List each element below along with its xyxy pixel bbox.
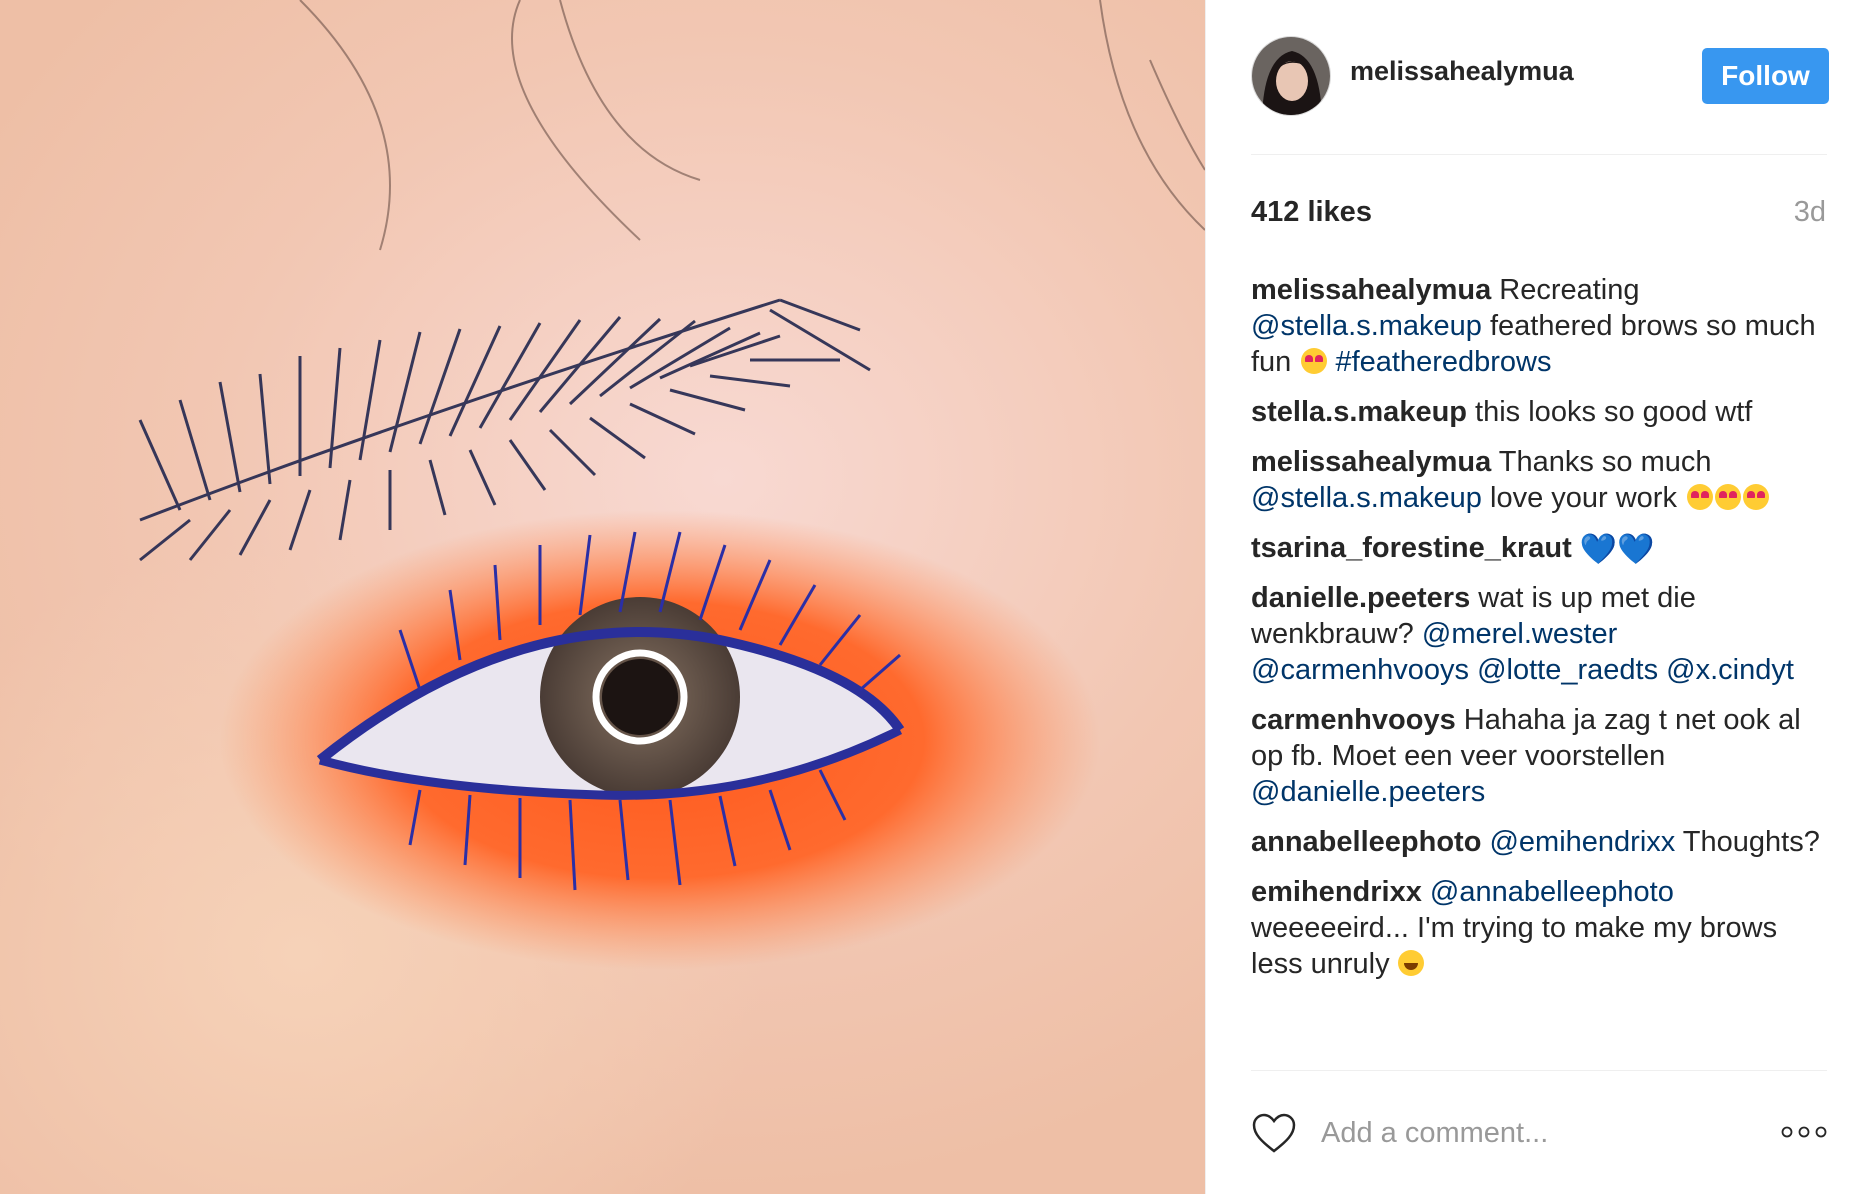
like-heart-icon[interactable] (1251, 1112, 1297, 1154)
comment: stella.s.makeup this looks so good wtf (1251, 394, 1827, 430)
more-options-icon[interactable] (1781, 1126, 1827, 1138)
mention-link[interactable]: @lotte_raedts (1477, 654, 1658, 686)
hashtag-link[interactable]: #featheredbrows (1335, 346, 1551, 378)
post-author-username[interactable]: melissahealymua (1350, 56, 1574, 87)
comments-divider (1251, 1070, 1827, 1071)
comment-text: this looks so good wtf (1467, 396, 1753, 428)
mention-link[interactable]: @danielle.peeters (1251, 776, 1485, 808)
comment-text: love your work (1481, 482, 1686, 514)
comment-username[interactable]: melissahealymua (1251, 274, 1491, 306)
comment-username[interactable]: danielle.peeters (1251, 582, 1470, 614)
comment: melissahealymua Thanks so much @stella.s… (1251, 444, 1827, 516)
comment-text (1572, 532, 1580, 564)
comment-username[interactable]: annabelleephoto (1251, 826, 1481, 858)
comment: melissahealymua Recreating @stella.s.mak… (1251, 272, 1827, 380)
mention-link[interactable]: @emihendrixx (1489, 826, 1675, 858)
mention-link[interactable]: @x.cindyt (1666, 654, 1794, 686)
comment-bar (1251, 1108, 1827, 1160)
comment: emihendrixx @annabelleephoto weeeeeird..… (1251, 874, 1827, 982)
mention-link[interactable]: @stella.s.makeup (1251, 482, 1482, 514)
comment-text (1469, 654, 1477, 686)
comment-text (1658, 654, 1666, 686)
eye-makeup-image (138, 0, 1205, 970)
comment-text: weeeeeird... I'm trying to make my brows… (1251, 912, 1778, 980)
mention-link[interactable]: @merel.wester (1422, 618, 1617, 650)
mention-link[interactable]: @stella.s.makeup (1251, 310, 1482, 342)
comment-text: Recreating (1491, 274, 1640, 306)
header-divider (1251, 154, 1827, 155)
comment-username[interactable]: melissahealymua (1251, 446, 1491, 478)
comment-username[interactable]: stella.s.makeup (1251, 396, 1467, 428)
comment-text: Thanks so much (1491, 446, 1712, 478)
likes-count[interactable]: 412 likes (1251, 196, 1372, 229)
heart-eyes-emoji-icon (1687, 484, 1714, 510)
comments-list: melissahealymua Recreating @stella.s.mak… (1251, 272, 1827, 996)
heart-eyes-emoji-icon (1715, 484, 1742, 510)
heart-eyes-emoji-icon (1743, 484, 1770, 510)
post-age[interactable]: 3d (1794, 196, 1826, 229)
mention-link[interactable]: @annabelleephoto (1430, 876, 1674, 908)
post-header: melissahealymua Follow (1251, 36, 1829, 116)
comment-username[interactable]: carmenhvooys (1251, 704, 1456, 736)
comment-username[interactable]: tsarina_forestine_kraut (1251, 532, 1572, 564)
avatar[interactable] (1251, 36, 1331, 116)
comment-username[interactable]: emihendrixx (1251, 876, 1422, 908)
panel-divider (1205, 0, 1206, 1194)
post-photo[interactable] (0, 0, 1205, 1194)
comment: danielle.peeters wat is up met die wenkb… (1251, 580, 1827, 688)
laugh-emoji-icon (1397, 950, 1424, 976)
mention-link[interactable]: @carmenhvooys (1251, 654, 1469, 686)
comment: annabelleephoto @emihendrixx Thoughts? (1251, 824, 1827, 860)
comment: tsarina_forestine_kraut 💙💙 (1251, 530, 1827, 566)
comment-text: Thoughts? (1675, 826, 1820, 858)
heart-eyes-emoji-icon (1301, 348, 1328, 374)
blue-heart-emoji-icon: 💙💙 (1579, 533, 1655, 566)
add-comment-input[interactable] (1321, 1112, 1761, 1154)
follow-button[interactable]: Follow (1702, 48, 1829, 104)
comment: carmenhvooys Hahaha ja zag t net ook al … (1251, 702, 1827, 810)
comment-text (1422, 876, 1430, 908)
